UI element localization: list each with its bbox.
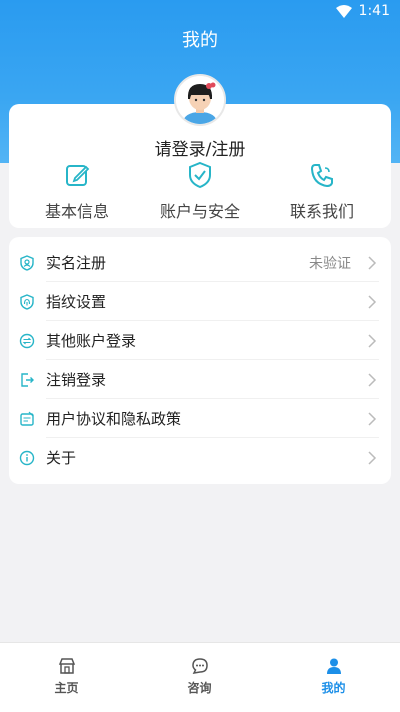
status-time: 1:41 (358, 3, 390, 19)
avatar[interactable] (174, 74, 226, 126)
account-security-button[interactable]: 账户与安全 (140, 160, 260, 222)
contact-us-button[interactable]: 联系我们 (262, 160, 382, 222)
status-bar: 1:41 (0, 0, 400, 24)
chat-icon (191, 658, 208, 674)
avatar-image (176, 76, 224, 124)
account-security-label: 账户与安全 (159, 202, 240, 221)
chevron-right-icon (368, 451, 377, 465)
agreement-icon (20, 411, 34, 426)
tab-label: 主页 (54, 681, 79, 695)
menu-label: 指纹设置 (46, 293, 107, 311)
chevron-right-icon (368, 295, 377, 309)
menu-label: 关于 (46, 449, 77, 467)
menu-item-user-agreement[interactable]: 用户协议和隐私政策 (9, 399, 391, 438)
chevron-right-icon (368, 412, 377, 426)
person-icon (326, 658, 341, 674)
tab-label: 咨询 (187, 681, 212, 695)
basic-info-label: 基本信息 (44, 202, 109, 221)
contact-us-label: 联系我们 (289, 202, 354, 221)
menu-label: 其他账户登录 (46, 332, 137, 350)
menu-label: 用户协议和隐私政策 (46, 410, 182, 428)
verification-status: 未验证 (309, 256, 351, 272)
menu-item-fingerprint[interactable]: 指纹设置 (9, 282, 391, 321)
phone-icon (310, 164, 333, 188)
settings-menu: 实名注册 未验证 指纹设置 其他账户登录 注销登录 用户协议和隐私政策 关于 (9, 237, 391, 484)
menu-item-other-account-login[interactable]: 其他账户登录 (9, 321, 391, 360)
fingerprint-shield-icon (20, 294, 34, 310)
chevron-right-icon (368, 256, 377, 270)
chevron-right-icon (368, 334, 377, 348)
menu-item-logout[interactable]: 注销登录 (9, 360, 391, 399)
chevron-right-icon (368, 373, 377, 387)
tab-consult[interactable]: 咨询 (133, 643, 266, 712)
basic-info-button[interactable]: 基本信息 (17, 160, 137, 222)
bottom-tab-bar: 主页 咨询 我的 (0, 642, 400, 712)
menu-label: 注销登录 (46, 371, 107, 389)
logout-icon (21, 373, 34, 387)
switch-account-icon (19, 333, 35, 349)
wifi-icon (336, 5, 352, 18)
tab-label: 我的 (321, 681, 346, 695)
edit-icon (66, 165, 90, 186)
menu-item-real-name[interactable]: 实名注册 未验证 (9, 243, 391, 282)
tab-mine[interactable]: 我的 (267, 643, 400, 712)
id-shield-icon (20, 255, 34, 271)
menu-label: 实名注册 (46, 254, 107, 272)
info-icon (19, 450, 35, 466)
tab-home[interactable]: 主页 (0, 643, 133, 712)
page-title: 我的 (182, 30, 218, 51)
shield-check-icon (189, 161, 211, 189)
login-register-link[interactable]: 请登录/注册 (0, 135, 400, 160)
menu-item-about[interactable]: 关于 (9, 438, 391, 477)
home-icon (58, 658, 75, 674)
